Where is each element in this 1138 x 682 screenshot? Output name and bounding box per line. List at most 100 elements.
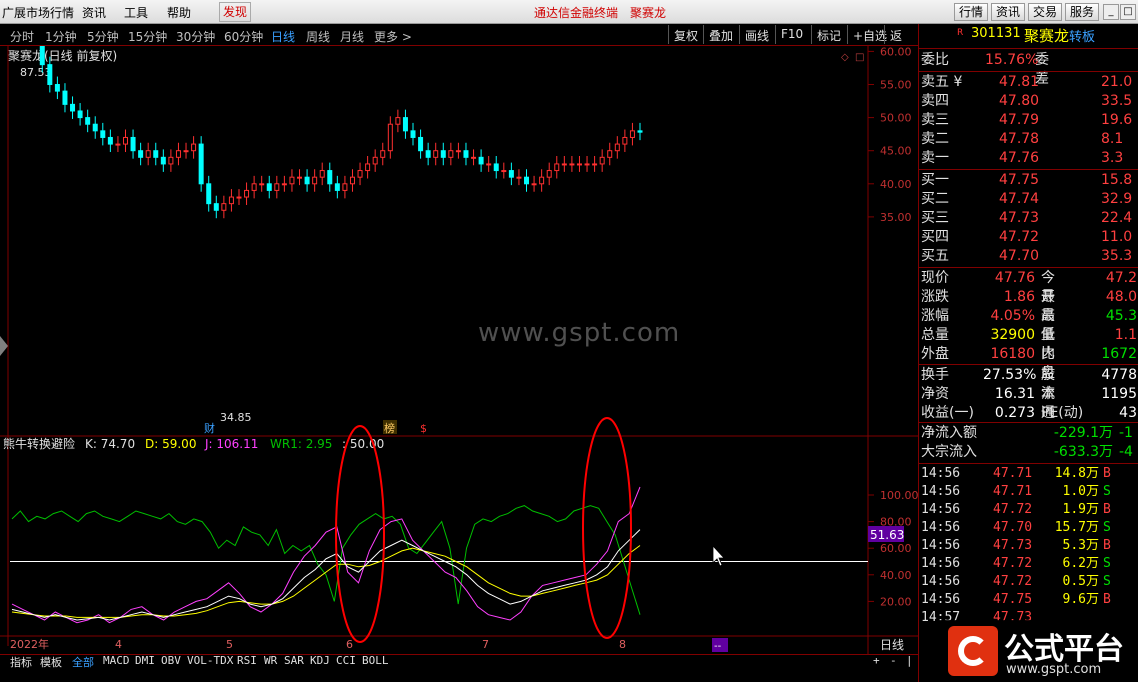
chart-close-icon[interactable]: □	[855, 52, 864, 63]
price-tick-label: 40.00	[880, 178, 912, 191]
trade-tab-button[interactable]: 交易	[1028, 3, 1063, 21]
period-label: 日线	[880, 638, 904, 652]
period-5min[interactable]: 5分钟	[87, 28, 119, 45]
period-monthly[interactable]: 月线	[340, 28, 364, 45]
period-60min[interactable]: 60分钟	[224, 28, 263, 45]
ask-row: 卖一 47.76 3.3	[921, 150, 1124, 166]
candle-body	[448, 150, 454, 158]
stat-row: 涨幅 4.05% 最低 45.3	[921, 308, 1137, 343]
candle-body	[486, 163, 492, 166]
rank-marker[interactable]: 榜	[384, 421, 395, 435]
indicator-tick-label: 40.00	[880, 569, 912, 582]
period-more[interactable]: 更多 >	[374, 28, 412, 45]
candle-body	[274, 183, 280, 191]
candle-body	[365, 163, 371, 172]
overlay-button[interactable]: 叠加	[703, 25, 738, 44]
candle-body	[130, 136, 136, 152]
menu-help[interactable]: 帮助	[167, 4, 191, 21]
zoom-in-button[interactable]: +	[873, 654, 880, 667]
quote-panel: R 301131 聚赛龙 转板 委比 15.76% 委差 卖五 ¥47.81 21…	[918, 24, 1138, 682]
draw-button[interactable]: 画线	[739, 25, 774, 44]
news-tab-button[interactable]: 资讯	[991, 3, 1026, 21]
candle-body	[607, 150, 613, 158]
tab-indicator[interactable]: 指标	[10, 654, 32, 670]
period-daily[interactable]: 日线	[271, 28, 295, 45]
stock-code: 301131	[971, 26, 1021, 41]
minimize-icon[interactable]: _	[1103, 4, 1119, 20]
period-weekly[interactable]: 周线	[306, 28, 330, 45]
tab-template[interactable]: 模板	[40, 654, 62, 670]
tab-wr[interactable]: WR	[264, 654, 277, 667]
back-button[interactable]: 返回	[884, 25, 918, 60]
candle-body	[92, 123, 98, 132]
candle-body	[54, 84, 60, 92]
tab-sar[interactable]: SAR	[284, 654, 304, 667]
indicator-current-value: 51.63	[870, 528, 904, 542]
indicator-tick-label: 100.00	[880, 489, 918, 502]
tab-dmi[interactable]: DMI	[135, 654, 155, 667]
ask-row: 卖五 ¥47.81 21.0	[921, 74, 1133, 90]
period-15min[interactable]: 15分钟	[128, 28, 167, 45]
period-30min[interactable]: 30分钟	[176, 28, 215, 45]
indicator-tick-label: 60.00	[880, 542, 912, 555]
stock-tag[interactable]: 转板	[1069, 26, 1095, 45]
candle-body	[251, 183, 257, 191]
tab-rsi[interactable]: RSI	[237, 654, 257, 667]
chart-title: 聚赛龙(日线 前复权)	[8, 48, 117, 63]
gspt-logo: 公式平台 www.gspt.com	[938, 620, 1138, 682]
mark-button[interactable]: 标记	[811, 25, 846, 44]
candle-body	[592, 163, 598, 166]
f10-button[interactable]: F10	[775, 25, 808, 44]
gspt-logo-icon	[948, 626, 998, 676]
ask-row: 卖二 47.78 8.1	[921, 131, 1124, 147]
tick-row: 14:56 47.75 9.6万 B	[921, 592, 1111, 607]
tab-cci[interactable]: CCI	[336, 654, 356, 667]
tab-macd[interactable]: MACD	[103, 654, 130, 667]
tab-obv[interactable]: OBV	[161, 654, 181, 667]
candle-body	[402, 117, 408, 132]
menu-news[interactable]: 资讯	[82, 4, 106, 21]
quote-tab-button[interactable]: 行情	[954, 3, 989, 21]
dollar-marker[interactable]: $	[420, 422, 427, 435]
finance-marker[interactable]: 财	[204, 421, 215, 435]
candle-body	[629, 130, 635, 138]
bid-row: 买四 47.72 11.0	[921, 229, 1133, 245]
zoom-out-button[interactable]: -	[890, 654, 897, 667]
candle-body	[39, 24, 45, 66]
price-tick-label: 55.00	[880, 79, 912, 92]
adjust-button[interactable]: 复权	[668, 25, 703, 44]
candle-body	[145, 150, 151, 158]
menu-tools[interactable]: 工具	[124, 4, 148, 21]
split-button[interactable]: |	[906, 654, 913, 667]
menu-market[interactable]: 广展市场行情	[2, 4, 74, 21]
candle-body	[62, 90, 68, 105]
date-label-may: 5	[226, 638, 233, 651]
candle-body	[440, 150, 446, 158]
candle-body	[622, 136, 628, 145]
candle-body	[637, 130, 643, 133]
maximize-icon[interactable]: □	[1120, 4, 1136, 20]
candle-body	[372, 156, 378, 165]
chart-options-icon[interactable]: ◇	[841, 52, 849, 63]
period-timeshare[interactable]: 分时	[10, 28, 34, 45]
chart-area[interactable]: 聚赛龙(日线 前复权) 87.53 34.85 财 榜 $ 85.0080.00…	[0, 0, 919, 654]
tick-row: 14:56 47.73 5.3万 B	[921, 538, 1111, 553]
candle-body	[85, 117, 91, 125]
tab-vol-tdx[interactable]: VOL-TDX	[187, 654, 233, 667]
menu-discover[interactable]: 发现	[219, 2, 252, 22]
tab-boll[interactable]: BOLL	[362, 654, 389, 667]
period-1min[interactable]: 1分钟	[45, 28, 77, 45]
bid-row: 买五 47.70 35.3	[921, 248, 1133, 264]
tab-kdj[interactable]: KDJ	[310, 654, 330, 667]
candle-body	[539, 176, 545, 185]
tab-all[interactable]: 全部	[72, 654, 94, 670]
candle-body	[228, 196, 234, 205]
service-tab-button[interactable]: 服务	[1065, 3, 1100, 21]
ask-row: 卖三 47.79 19.6	[921, 112, 1133, 128]
tick-row: 14:56 47.72 6.2万 S	[921, 556, 1111, 571]
kline-chart[interactable]: 聚赛龙(日线 前复权) 87.53 34.85 财 榜 $ 85.0080.00…	[0, 0, 919, 654]
indicator-j: J: 106.11	[204, 437, 258, 451]
candle-body	[259, 183, 265, 186]
price-tick-label: 45.00	[880, 145, 912, 158]
candle-body	[198, 143, 204, 185]
